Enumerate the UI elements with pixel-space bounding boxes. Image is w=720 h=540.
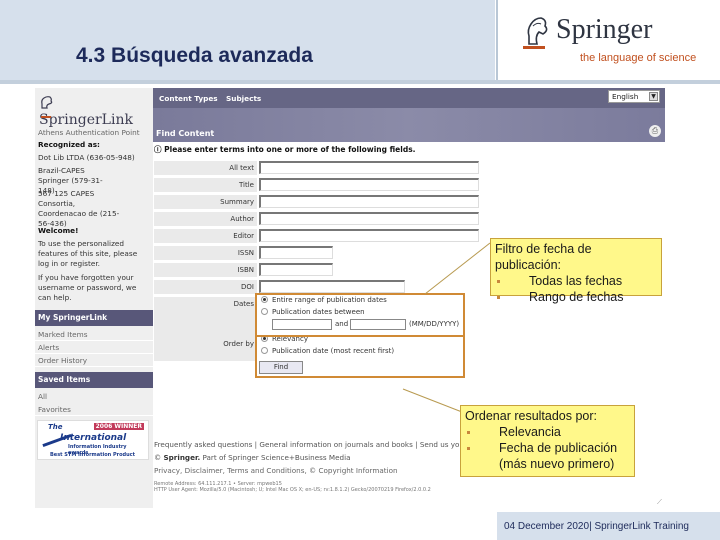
springer-horse-icon <box>41 96 53 109</box>
forgot-text[interactable]: If you have forgotten your username or p… <box>38 273 148 303</box>
nav-content-types[interactable]: Content Types <box>159 94 218 103</box>
recognized-label: Recognized as: <box>38 140 100 149</box>
auth-point: Athens Authentication Point <box>38 128 140 137</box>
springer-horse-logo-icon <box>527 17 548 45</box>
resize-grip-icon[interactable]: ⟋ <box>657 498 662 507</box>
header-divider <box>0 80 720 84</box>
language-select[interactable]: English ▼ <box>608 90 660 103</box>
footer-agent: HTTP User Agent: Mozilla/5.0 (Macintosh;… <box>154 487 431 493</box>
field-label-title: Title <box>154 178 257 192</box>
sidebar-item-alerts[interactable]: Alerts <box>35 341 153 354</box>
instructions-text: Please enter terms into one or more of t… <box>164 145 416 154</box>
field-label-editor: Editor <box>154 229 257 243</box>
award-international: International <box>60 433 127 443</box>
logo-underline <box>41 116 51 118</box>
welcome-title: Welcome! <box>38 226 79 235</box>
title-input[interactable] <box>259 178 479 191</box>
footer-links[interactable]: Frequently asked questions | General inf… <box>154 440 502 449</box>
footer-date: 04 December 2020 <box>504 521 590 532</box>
brand-tagline: the language of science <box>580 52 697 64</box>
dates-callout: Filtro de fecha de publicación: Todas la… <box>490 238 662 304</box>
award-badge[interactable]: The 2006 WINNER International Informatio… <box>37 420 149 460</box>
welcome-text[interactable]: To use the personalized features of this… <box>38 239 148 269</box>
summary-input[interactable] <box>259 195 479 208</box>
order-callout-item: Fecha de publicación (más nuevo primero) <box>465 440 630 472</box>
field-label-order: Order by <box>154 337 257 361</box>
footer-separator: | <box>589 521 592 532</box>
order-highlight-box <box>255 335 465 378</box>
slide-footer: 04 December 2020| SpringerLink Training <box>497 512 720 540</box>
award-line2: Best STM Information Product <box>50 452 136 458</box>
saved-items-header[interactable]: Saved Items <box>35 372 153 388</box>
copyright-brand: Springer. <box>163 453 201 462</box>
editor-input[interactable] <box>259 229 479 242</box>
sidebar-item-marked-items[interactable]: Marked Items <box>35 328 153 341</box>
field-label-doi: DOI <box>154 280 257 294</box>
footer-privacy[interactable]: Privacy, Disclaimer, Terms and Condition… <box>154 466 398 475</box>
all-text-input[interactable] <box>259 161 479 174</box>
print-icon[interactable]: ⎙ <box>649 125 661 137</box>
springerlink-logo-text: SpringerLink <box>39 112 133 128</box>
banner-title: Find Content <box>156 129 215 138</box>
field-label-summary: Summary <box>154 195 257 209</box>
order-callout-title: Ordenar resultados por: <box>465 409 598 423</box>
top-nav: Content Types Subjects English ▼ <box>153 88 665 108</box>
field-label-dates: Dates <box>154 297 257 337</box>
field-label-all-text: All text <box>154 161 257 175</box>
award-winner: 2006 WINNER <box>93 423 144 430</box>
my-springerlink-header[interactable]: My SpringerLink <box>35 310 153 326</box>
field-label-author: Author <box>154 212 257 226</box>
brand-name: Springer <box>556 14 653 45</box>
footer-copyright: © Springer. Part of Springer Science+Bus… <box>154 453 351 462</box>
chevron-down-icon[interactable]: ▼ <box>649 92 658 101</box>
dates-callout-item: Rango de fechas <box>495 289 657 305</box>
isbn-input[interactable] <box>259 263 333 276</box>
sidebar-item-all[interactable]: All <box>35 390 153 403</box>
field-label-issn: ISSN <box>154 246 257 260</box>
find-content-banner: Find Content ⎙ <box>153 108 665 142</box>
language-value: English <box>612 92 639 101</box>
dates-highlight-box <box>255 293 465 337</box>
nav-subjects[interactable]: Subjects <box>226 94 261 103</box>
order-callout: Ordenar resultados por: Relevancia Fecha… <box>460 405 635 477</box>
recognized-entry: 567 125 CAPES Consortia, Coordenacao de … <box>38 189 120 228</box>
doi-input[interactable] <box>259 280 405 293</box>
footer-label: SpringerLink Training <box>594 521 689 532</box>
field-label-isbn: ISBN <box>154 263 257 277</box>
sidebar: SpringerLink Athens Authentication Point… <box>35 88 153 508</box>
instructions: ⓘ Please enter terms into one or more of… <box>154 144 416 155</box>
recognized-entry: Dot Lib LTDA (636-05-948) <box>38 153 135 162</box>
info-icon: ⓘ <box>154 145 165 154</box>
slide-title: 4.3 Búsqueda avanzada <box>76 44 313 67</box>
issn-input[interactable] <box>259 246 333 259</box>
slide-header <box>0 0 495 80</box>
dates-callout-item: Todas las fechas <box>495 273 657 289</box>
sidebar-item-order-history[interactable]: Order History <box>35 354 153 367</box>
author-input[interactable] <box>259 212 479 225</box>
order-callout-item: Relevancia <box>465 424 630 440</box>
sidebar-item-favorites[interactable]: Favorites <box>35 403 153 416</box>
springerlink-logo: SpringerLink <box>39 94 153 128</box>
dates-callout-title: Filtro de fecha de publicación: <box>495 242 592 272</box>
copyright-rest: Part of Springer Science+Business Media <box>202 453 351 462</box>
brand-underline <box>523 46 545 49</box>
award-the: The <box>48 423 63 431</box>
